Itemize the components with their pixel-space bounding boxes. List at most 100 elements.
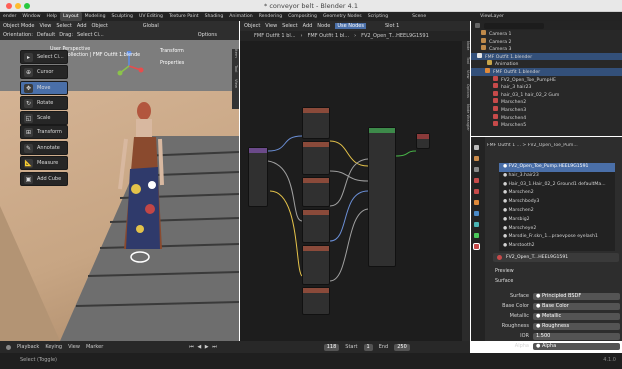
node-menu-node[interactable]: Node <box>317 23 330 29</box>
current-frame-field[interactable]: 118 <box>323 343 340 351</box>
character-model[interactable] <box>110 99 170 269</box>
surface-field-value[interactable]: ● Metallic <box>533 312 620 320</box>
menu-window[interactable]: Window <box>19 12 43 21</box>
drag-select[interactable]: Select Ci... <box>77 32 104 38</box>
tab-modeling[interactable]: Modeling <box>82 12 109 21</box>
timeline-editor-icon[interactable] <box>6 344 11 350</box>
node-menu-add[interactable]: Add <box>303 23 313 29</box>
menu-help[interactable]: Help <box>44 12 60 21</box>
outliner-item[interactable]: hair_03_1 hair_02_2 Gum <box>471 90 622 99</box>
outliner-search-input[interactable] <box>484 22 544 29</box>
slot-select[interactable]: Slot 1 <box>385 23 399 29</box>
transform-panel[interactable]: Transform <box>160 49 184 54</box>
modifier-tab-icon[interactable] <box>474 211 479 216</box>
node-tab-options[interactable]: Options <box>466 84 470 98</box>
tab-layout[interactable]: Layout <box>59 12 82 21</box>
breadcrumb-mesh[interactable]: FMF Outfit 1 bl... <box>308 33 350 39</box>
tool-annotate[interactable]: ✎ Annotate <box>20 141 68 155</box>
tab-sculpting[interactable]: Sculpting <box>109 12 136 21</box>
keying-menu[interactable]: Keying <box>45 344 62 350</box>
side-tab-view[interactable]: View <box>234 79 239 88</box>
outliner-item[interactable]: FV2_Open_Toe_PumpHE <box>471 75 622 84</box>
surface-field-value[interactable]: ● Base Color <box>533 302 620 310</box>
node-material-output[interactable] <box>416 133 430 149</box>
outliner-item[interactable]: Marschen4 <box>471 113 622 122</box>
marker-menu[interactable]: Marker <box>86 344 103 350</box>
start-frame-field[interactable]: 1 <box>363 343 373 351</box>
material-slot[interactable]: ● Marstooth2 <box>499 242 615 251</box>
tool-select-circle[interactable]: ▸ Select Ci... <box>20 50 68 64</box>
shader-node-editor[interactable]: Object View Select Add Node Use Nodes Sl… <box>240 21 470 341</box>
tool-rotate[interactable]: ↻ Rotate <box>20 96 68 110</box>
node-image-texture-3[interactable] <box>302 177 330 207</box>
material-slot[interactable]: ● FV2_Open_Toe_Pump.HEEL9G1591 <box>499 163 615 172</box>
3d-viewport[interactable]: Object Mode View Select Add Object Globa… <box>0 21 239 341</box>
node-menu-select[interactable]: Select <box>282 23 297 29</box>
orientation-select[interactable]: Default <box>37 32 55 38</box>
tool-tab-icon[interactable] <box>474 145 479 150</box>
viewport-side-tabs[interactable]: Item Tool View <box>232 49 239 109</box>
properties-editor[interactable]: FMF Outfit 1 ... > FV2_Open_Toe_Pum... ●… <box>471 137 622 350</box>
global-select[interactable]: Global <box>143 23 159 29</box>
surface-field-value[interactable]: ● Principled BSDF <box>533 292 620 300</box>
render-tab-icon[interactable] <box>474 156 479 161</box>
material-slot[interactable]: ● Hair_03_1.Hair_02_2 Ground1 defaultMa.… <box>499 181 615 190</box>
material-slot-list[interactable]: ● FV2_Open_Toe_Pump.HEEL9G1591 ● hair_3.h… <box>499 163 615 251</box>
material-slot[interactable]: ● Marscheye2 <box>499 225 615 234</box>
material-slot[interactable]: ● Marsbig2 <box>499 216 615 225</box>
scene-label[interactable]: Scene <box>409 12 429 21</box>
surface-panel-header[interactable]: Surface <box>495 279 513 284</box>
outliner-item[interactable]: Animation <box>471 60 622 68</box>
playback-controls[interactable]: ⏮ ◀ ▶ ⏭ <box>189 344 217 350</box>
menu-select[interactable]: Select <box>56 23 71 29</box>
editor-type-select[interactable]: Object <box>244 23 260 29</box>
outliner-item[interactable]: hair_3 hair23 <box>471 83 622 91</box>
node-image-texture-2[interactable] <box>302 141 330 175</box>
material-slot[interactable]: ● hair_3.hair23 <box>499 172 615 181</box>
outliner-item[interactable]: Marschen5 <box>471 121 622 129</box>
object-tab-icon[interactable] <box>474 200 479 205</box>
tool-cursor[interactable]: ⊕ Cursor <box>20 65 68 79</box>
material-slot[interactable]: ● Marschen2 <box>499 207 615 216</box>
tool-transform[interactable]: ⊞ Transform <box>20 125 68 139</box>
outliner-item[interactable]: Camera 1 <box>471 30 622 38</box>
outliner-item[interactable]: Marschen3 <box>471 105 622 114</box>
tool-scale[interactable]: ◱ Scale <box>20 111 68 125</box>
node-tab-node[interactable]: Node <box>466 41 470 50</box>
node-image-texture-1[interactable] <box>302 107 330 139</box>
outliner-item[interactable]: Marschen2 <box>471 98 622 106</box>
outliner[interactable]: Camera 1 Camera 2 Camera 3 FMF Outfit 1.ble… <box>471 21 622 136</box>
world-tab-icon[interactable] <box>474 189 479 194</box>
node-image-texture-5[interactable] <box>302 245 330 285</box>
constraints-tab-icon[interactable] <box>474 222 479 227</box>
node-menu-view[interactable]: View <box>265 23 277 29</box>
tab-scripting[interactable]: Scripting <box>365 12 391 21</box>
node-side-tabs[interactable]: Node Tool View Options Node Wrangler <box>462 41 470 341</box>
tab-shading[interactable]: Shading <box>202 12 227 21</box>
tool-add-cube[interactable]: ▣ Add Cube <box>20 172 68 186</box>
tab-texture-paint[interactable]: Texture Paint <box>166 12 202 21</box>
node-principled-bsdf[interactable] <box>368 127 396 267</box>
node-tab-view[interactable]: View <box>466 70 470 79</box>
timeline-view-menu[interactable]: View <box>68 344 80 350</box>
outliner-item[interactable]: Camera 2 <box>471 37 622 46</box>
node-image-texture-6[interactable] <box>302 287 330 315</box>
material-slot[interactable]: ● Marschbody3 <box>499 198 615 207</box>
outliner-item[interactable]: FMF Outfit 1.blender <box>471 67 622 76</box>
data-tab-icon[interactable] <box>474 233 479 238</box>
node-tab-tool[interactable]: Tool <box>466 57 470 64</box>
material-selector[interactable]: FV2_Open_T...HEEL9G1591 <box>493 253 619 262</box>
tab-compositing[interactable]: Compositing <box>285 12 320 21</box>
output-tab-icon[interactable] <box>474 167 479 172</box>
surface-field-value[interactable]: 1.500 <box>533 332 620 340</box>
outliner-item[interactable]: FMF Outfit 1.blender <box>471 52 622 61</box>
mode-select[interactable]: Object Mode <box>3 23 35 29</box>
use-nodes-toggle[interactable]: Use Nodes <box>335 23 366 29</box>
preview-panel-header[interactable]: Preview <box>495 269 514 274</box>
outliner-filter-icon[interactable] <box>475 23 480 28</box>
surface-field-value[interactable]: ● Roughness <box>533 322 620 330</box>
menu-object[interactable]: Object <box>92 23 108 29</box>
tool-measure[interactable]: 📐 Measure <box>20 156 68 170</box>
end-frame-field[interactable]: 250 <box>394 343 410 351</box>
tab-uv-editing[interactable]: UV Editing <box>136 12 166 21</box>
